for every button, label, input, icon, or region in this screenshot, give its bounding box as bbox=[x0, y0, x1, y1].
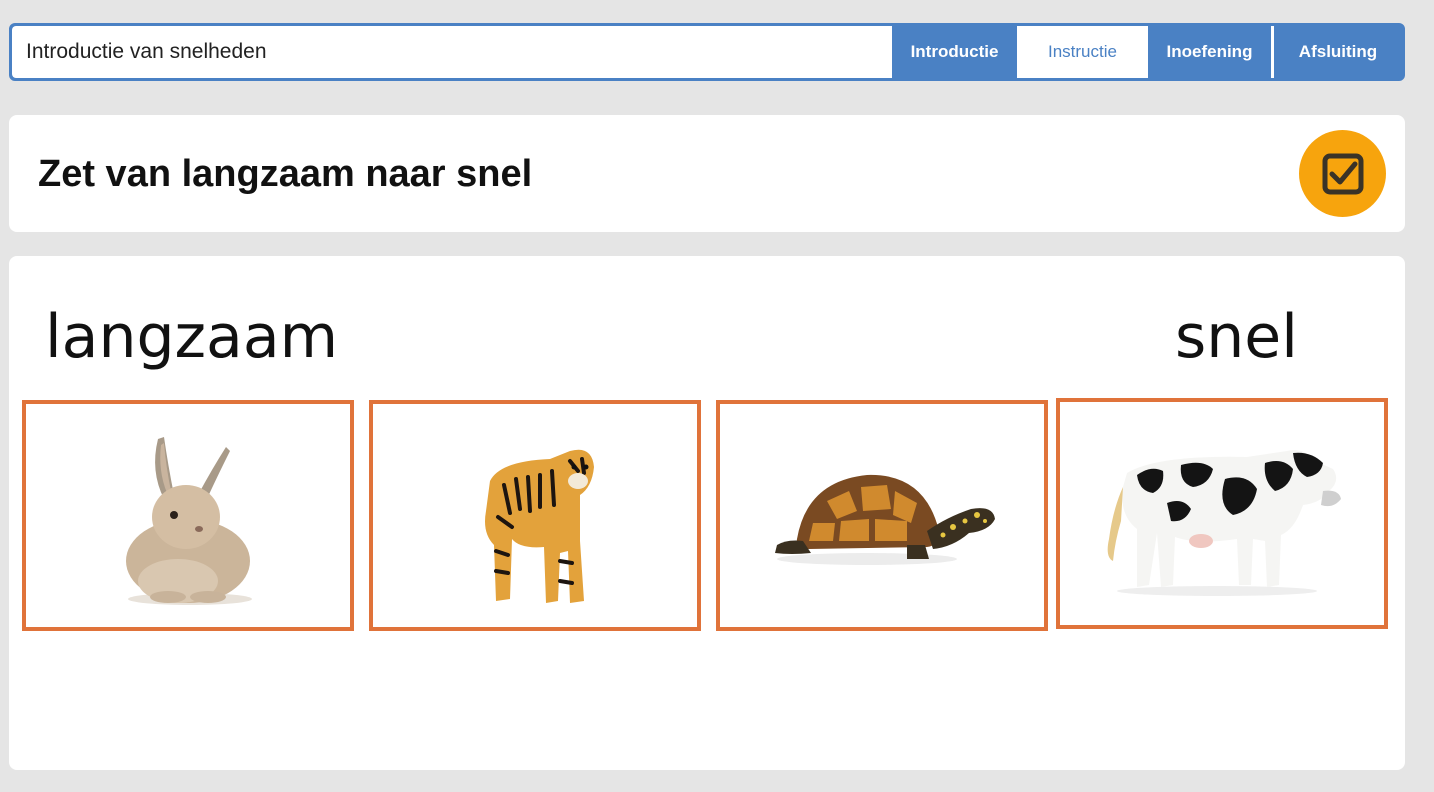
lesson-header: Introductie van snelheden Introductie In… bbox=[9, 23, 1405, 81]
tab-inoefening[interactable]: Inoefening bbox=[1148, 26, 1271, 78]
cow-image bbox=[1107, 449, 1341, 596]
check-answer-button[interactable] bbox=[1299, 130, 1386, 217]
turtle-image bbox=[775, 474, 995, 565]
tiger-image bbox=[485, 449, 594, 603]
sorting-area: langzaam snel bbox=[9, 256, 1405, 770]
tab-afsluiting[interactable]: Afsluiting bbox=[1274, 26, 1402, 78]
lesson-tabs: Introductie Instructie Inoefening Afslui… bbox=[892, 26, 1402, 78]
card-turtle[interactable] bbox=[716, 400, 1048, 631]
question-card: Zet van langzaam naar snel bbox=[9, 115, 1405, 232]
slow-label: langzaam bbox=[45, 302, 339, 372]
tab-introductie[interactable]: Introductie bbox=[892, 26, 1017, 78]
question-title: Zet van langzaam naar snel bbox=[38, 153, 533, 195]
fast-label: snel bbox=[1175, 302, 1298, 372]
checkbox-check-icon bbox=[1322, 153, 1363, 194]
tab-instructie[interactable]: Instructie bbox=[1017, 26, 1148, 78]
card-cow[interactable] bbox=[1056, 398, 1388, 629]
lesson-title: Introductie van snelheden bbox=[12, 26, 892, 78]
card-tiger[interactable] bbox=[369, 400, 701, 631]
rabbit-image bbox=[126, 436, 252, 605]
card-rabbit[interactable] bbox=[22, 400, 354, 631]
